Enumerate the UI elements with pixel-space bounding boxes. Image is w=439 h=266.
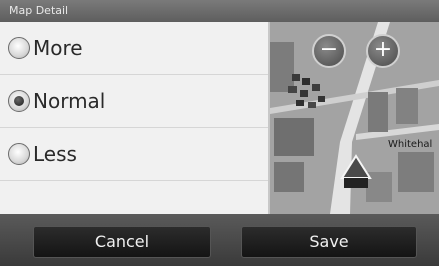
option-normal[interactable]: Normal — [0, 75, 268, 128]
option-less[interactable]: Less — [0, 128, 268, 181]
poi-icon — [296, 100, 304, 106]
window-title: Map Detail — [0, 0, 439, 22]
option-less-label: Less — [33, 142, 77, 166]
building — [396, 88, 418, 124]
building — [398, 152, 434, 192]
building — [274, 118, 314, 156]
poi-icon — [288, 86, 297, 93]
cancel-button[interactable]: Cancel — [33, 226, 211, 258]
map-preview[interactable]: − + Whitehal — [270, 22, 439, 214]
radio-more[interactable] — [8, 37, 30, 59]
poi-icon — [300, 90, 308, 97]
poi-icon — [312, 84, 320, 91]
zoom-in-button[interactable]: + — [366, 34, 400, 68]
building — [368, 92, 388, 132]
radio-less[interactable] — [8, 143, 30, 165]
save-button[interactable]: Save — [241, 226, 417, 258]
option-more[interactable]: More — [0, 22, 268, 75]
building — [270, 42, 294, 92]
option-normal-label: Normal — [33, 89, 106, 113]
radio-normal[interactable] — [8, 90, 30, 112]
map-graphic — [270, 22, 439, 214]
building — [274, 162, 304, 192]
option-more-label: More — [33, 36, 83, 60]
poi-icon — [292, 74, 300, 81]
street-label: Whitehal — [388, 139, 433, 150]
vehicle-arrow-base — [344, 178, 368, 188]
poi-icon — [318, 96, 325, 102]
poi-icon — [308, 102, 316, 108]
poi-icon — [302, 78, 310, 85]
zoom-out-button[interactable]: − — [312, 34, 346, 68]
detail-options-list: More Normal Less — [0, 22, 268, 214]
